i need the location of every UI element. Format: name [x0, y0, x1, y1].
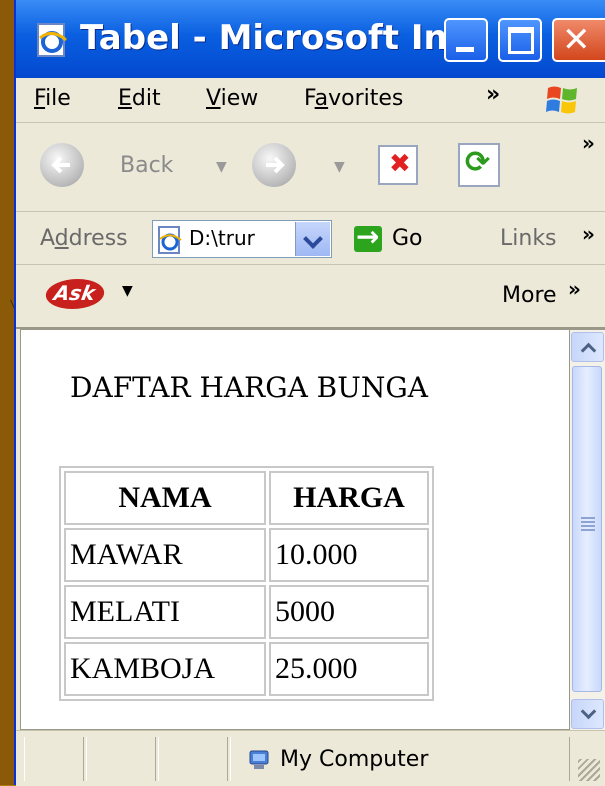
standard-toolbar: Back ▼ ▼ ✖ ⟳ »: [16, 123, 605, 212]
menu-edit[interactable]: Edit: [118, 86, 161, 111]
go-button[interactable]: Go: [392, 226, 423, 251]
stop-icon: ✖: [389, 149, 411, 179]
stop-button[interactable]: ✖: [378, 145, 418, 185]
more-button[interactable]: More: [502, 283, 557, 308]
status-cell: [24, 737, 84, 781]
scroll-grip-icon: [581, 517, 595, 531]
menu-file-label: ile: [45, 86, 71, 111]
go-arrow-icon[interactable]: [354, 220, 382, 253]
menu-favorites-accel: a: [314, 86, 329, 111]
links-overflow-button[interactable]: »: [582, 222, 595, 246]
more-overflow-icon[interactable]: »: [568, 277, 581, 301]
refresh-button[interactable]: ⟳: [458, 143, 500, 187]
maximize-button[interactable]: [498, 18, 542, 62]
address-label-accel: d: [54, 226, 69, 251]
forward-dropdown-icon[interactable]: ▼: [334, 159, 345, 175]
menu-favorites[interactable]: Favorites: [304, 86, 403, 111]
back-button[interactable]: [40, 143, 84, 187]
menu-favorites-label: vorites: [328, 86, 404, 111]
menu-view-accel: V: [206, 86, 221, 111]
back-dropdown-icon[interactable]: ▼: [216, 159, 227, 175]
forward-button[interactable]: [252, 143, 296, 187]
menu-edit-accel: E: [118, 86, 132, 111]
table-cell-name: MAWAR: [64, 528, 266, 582]
page-content: DAFTAR HARGA BUNGA NAMA HARGA MAWAR 10.0…: [20, 329, 570, 730]
vertical-scrollbar[interactable]: [570, 329, 605, 731]
table-header-nama: NAMA: [64, 471, 266, 525]
menu-bar: File Edit View Favorites »: [16, 78, 605, 123]
address-label-rest: dress: [68, 226, 128, 251]
menu-view-label: iew: [220, 86, 259, 111]
links-label[interactable]: Links: [500, 226, 557, 251]
status-zone-label: My Computer: [280, 747, 429, 772]
ask-toolbar: Ask ▼ More »: [16, 265, 605, 329]
back-label[interactable]: Back: [120, 153, 173, 178]
table-header-row: NAMA HARGA: [64, 471, 429, 525]
address-value[interactable]: D:\trur: [189, 226, 293, 250]
table-cell-price: 5000: [269, 585, 429, 639]
ask-logo[interactable]: Ask: [43, 279, 107, 309]
page-heading: DAFTAR HARGA BUNGA: [70, 371, 428, 404]
menu-favorites-pre: F: [304, 86, 315, 111]
table-header-harga: HARGA: [269, 471, 429, 525]
window-title: Tabel - Microsoft In...: [80, 18, 487, 58]
address-bar: Address D:\trur Go Links »: [16, 212, 605, 265]
browser-window: Tabel - Microsoft In... ✕ File Edit View…: [14, 0, 605, 786]
address-label: Address: [40, 226, 128, 251]
table-cell-price: 10.000: [269, 528, 429, 582]
table-cell-name: KAMBOJA: [64, 642, 266, 696]
computer-icon: [249, 750, 269, 769]
address-label-pre: A: [40, 226, 55, 251]
minimize-button[interactable]: [444, 18, 488, 62]
table-row: MAWAR 10.000: [64, 528, 429, 582]
forward-arrow-icon: [266, 156, 285, 174]
table-cell-price: 25.000: [269, 642, 429, 696]
menu-file-accel: F: [34, 86, 46, 111]
address-dropdown-button[interactable]: [295, 222, 330, 256]
resize-grip-icon[interactable]: [578, 759, 600, 781]
ie-page-icon: [37, 23, 67, 57]
table-row: KAMBOJA 25.000: [64, 642, 429, 696]
address-input[interactable]: D:\trur: [152, 220, 332, 258]
toolbar-overflow-button[interactable]: »: [582, 131, 595, 155]
scroll-up-button[interactable]: [571, 332, 604, 362]
status-cell: [86, 737, 156, 781]
status-cell: [158, 737, 228, 781]
status-bar: My Computer: [16, 730, 605, 786]
menu-overflow-button[interactable]: »: [486, 82, 500, 107]
menu-file[interactable]: File: [34, 86, 71, 111]
back-arrow-icon: [51, 156, 70, 174]
ask-dropdown-icon[interactable]: ▼: [122, 283, 133, 299]
close-button[interactable]: ✕: [552, 18, 605, 62]
title-bar[interactable]: Tabel - Microsoft In... ✕: [16, 0, 605, 78]
ie-page-icon: [158, 226, 182, 254]
ask-logo-text: Ask: [52, 281, 97, 305]
table-cell-name: MELATI: [64, 585, 266, 639]
price-table: NAMA HARGA MAWAR 10.000 MELATI 5000 KAMB…: [59, 466, 434, 701]
menu-view[interactable]: View: [206, 86, 258, 111]
scroll-thumb[interactable]: [572, 366, 602, 692]
windows-logo-icon: [546, 86, 577, 114]
table-row: MELATI 5000: [64, 585, 429, 639]
close-icon: ✕: [562, 20, 591, 60]
menu-edit-label: dit: [131, 86, 161, 111]
scroll-down-button[interactable]: [571, 699, 604, 729]
refresh-icon: ⟳: [465, 145, 491, 180]
